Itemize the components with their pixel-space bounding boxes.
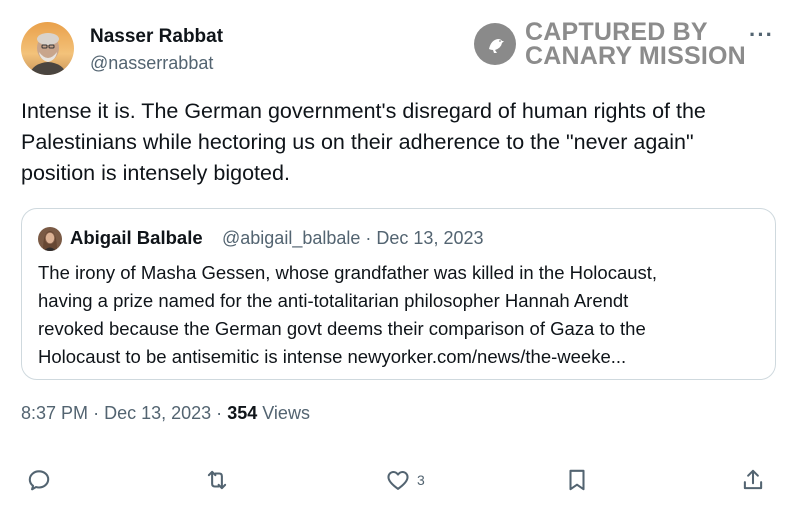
- author-avatar[interactable]: [21, 22, 74, 75]
- watermark-line2: CANARY MISSION: [525, 42, 746, 70]
- quote-avatar[interactable]: [38, 227, 62, 251]
- action-bar: 3: [0, 462, 800, 498]
- retweet-icon: [207, 470, 227, 490]
- reply-icon: [28, 470, 50, 491]
- tweet-text: Intense it is. The German government's d…: [21, 99, 706, 185]
- quoted-tweet[interactable]: Abigail Balbale @abigail_balbale · Dec 1…: [21, 208, 776, 380]
- bookmark-icon: [569, 469, 585, 491]
- quote-author-handle[interactable]: @abigail_balbale: [222, 228, 360, 248]
- heart-icon: [387, 470, 409, 490]
- share-icon: [743, 469, 763, 490]
- like-count: 3: [417, 472, 425, 488]
- author-handle[interactable]: @nasserrabbat: [90, 53, 213, 74]
- tweet-date[interactable]: Dec 13, 2023: [104, 403, 211, 423]
- author-name[interactable]: Nasser Rabbat: [90, 26, 223, 48]
- watermark: CAPTURED BY CANARY MISSION: [474, 18, 746, 70]
- like-button[interactable]: 3: [385, 462, 425, 498]
- bookmark-button[interactable]: [564, 462, 590, 498]
- tweet-time[interactable]: 8:37 PM: [21, 403, 88, 423]
- quote-separator: ·: [365, 228, 372, 248]
- canary-logo-icon: [474, 23, 516, 65]
- share-button[interactable]: [740, 462, 766, 498]
- quote-date[interactable]: Dec 13, 2023: [376, 228, 483, 248]
- quote-meta: @abigail_balbale · Dec 13, 2023: [222, 228, 483, 249]
- timestamp-separator: ·: [216, 403, 223, 423]
- quote-text: The irony of Masha Gessen, whose grandfa…: [38, 262, 658, 367]
- quote-author-name[interactable]: Abigail Balbale: [70, 227, 203, 249]
- tweet-timestamp: 8:37 PM · Dec 13, 2023 · 354 Views: [21, 403, 310, 424]
- views-label: Views: [262, 403, 310, 423]
- retweet-button[interactable]: [204, 462, 230, 498]
- ellipsis-icon[interactable]: ···: [749, 22, 774, 48]
- timestamp-separator: ·: [93, 403, 100, 423]
- watermark-line1: CAPTURED BY: [525, 18, 708, 46]
- views-count: 354: [227, 403, 258, 423]
- reply-button[interactable]: [26, 462, 52, 498]
